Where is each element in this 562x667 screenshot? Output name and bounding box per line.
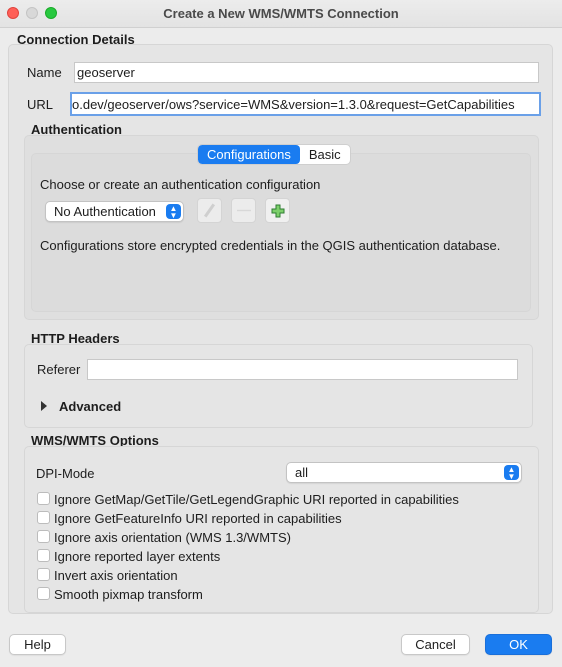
minus-icon xyxy=(237,209,251,212)
smooth-pixmap-checkbox[interactable] xyxy=(37,587,50,600)
cancel-button[interactable]: Cancel xyxy=(401,634,470,655)
dialog-window: Create a New WMS/WMTS Connection Connect… xyxy=(0,0,562,667)
auth-config-value: No Authentication xyxy=(54,204,156,219)
auth-info-text: Configurations store encrypted credentia… xyxy=(40,238,501,253)
chevron-updown-icon: ▲ ▼ xyxy=(166,204,181,220)
referer-field[interactable] xyxy=(87,359,518,380)
invert-axis-label: Invert axis orientation xyxy=(54,568,178,583)
ok-button[interactable]: OK xyxy=(485,634,552,655)
help-button[interactable]: Help xyxy=(9,634,66,655)
invert-axis-checkbox[interactable] xyxy=(37,568,50,581)
ignore-axis-orientation-checkbox[interactable] xyxy=(37,530,50,543)
auth-tab-bar: Configurations Basic xyxy=(197,144,351,165)
auth-config-select[interactable]: No Authentication ▲ ▼ xyxy=(45,201,184,222)
smooth-pixmap-label: Smooth pixmap transform xyxy=(54,587,203,602)
add-auth-button[interactable] xyxy=(265,198,290,223)
dpi-mode-label: DPI-Mode xyxy=(36,466,95,481)
tab-configurations[interactable]: Configurations xyxy=(198,145,300,164)
window-title: Create a New WMS/WMTS Connection xyxy=(163,6,399,21)
edit-auth-button[interactable] xyxy=(197,198,222,223)
tab-basic[interactable]: Basic xyxy=(300,145,350,164)
title-bar: Create a New WMS/WMTS Connection xyxy=(0,0,562,28)
dpi-mode-select[interactable]: all ▲ ▼ xyxy=(286,462,522,483)
http-headers-panel xyxy=(24,344,533,428)
ignore-layer-extents-label: Ignore reported layer extents xyxy=(54,549,221,564)
plus-icon xyxy=(271,204,285,218)
ignore-getmap-checkbox[interactable] xyxy=(37,492,50,505)
name-label: Name xyxy=(27,65,62,80)
name-field[interactable]: geoserver xyxy=(74,62,539,83)
advanced-label: Advanced xyxy=(59,399,122,414)
ignore-getfeatureinfo-checkbox[interactable] xyxy=(37,511,50,524)
pencil-icon xyxy=(203,203,216,218)
choose-auth-label: Choose or create an authentication confi… xyxy=(40,177,321,192)
ignore-getmap-label: Ignore GetMap/GetTile/GetLegendGraphic U… xyxy=(54,492,459,507)
remove-auth-button[interactable] xyxy=(231,198,256,223)
referer-label: Referer xyxy=(37,362,81,377)
url-value: o.dev/geoserver/ows?service=WMS&version=… xyxy=(72,97,515,112)
url-label: URL xyxy=(27,97,54,112)
dpi-mode-value: all xyxy=(295,465,309,480)
ignore-axis-orientation-label: Ignore axis orientation (WMS 1.3/WMTS) xyxy=(54,530,291,545)
chevron-updown-icon: ▲ ▼ xyxy=(504,465,519,481)
url-field[interactable]: o.dev/geoserver/ows?service=WMS&version=… xyxy=(70,92,541,116)
ignore-layer-extents-checkbox[interactable] xyxy=(37,549,50,562)
ignore-getfeatureinfo-label: Ignore GetFeatureInfo URI reported in ca… xyxy=(54,511,342,526)
disclosure-triangle-icon xyxy=(41,401,47,411)
